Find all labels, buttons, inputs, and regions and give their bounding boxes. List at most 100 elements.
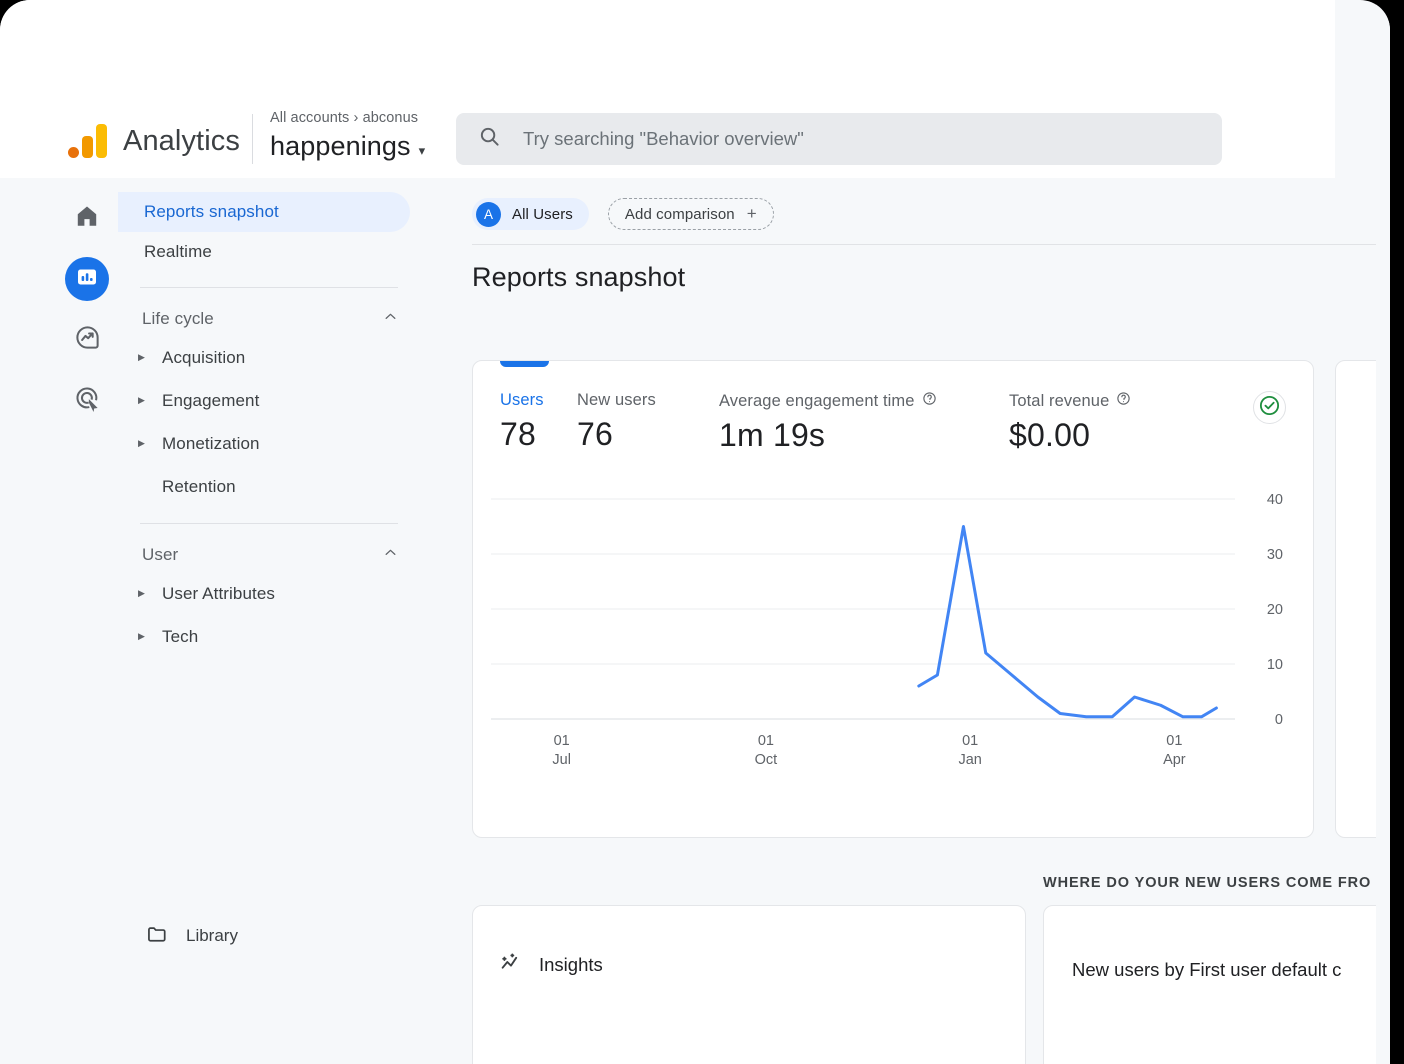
- app-header: Analytics All accounts › abconus happeni…: [0, 0, 1335, 178]
- chart-series-users[interactable]: [917, 525, 1218, 719]
- users-overview-card: Users 78 New users 76 Average engagement…: [472, 360, 1314, 838]
- sidebar-item-label: Retention: [162, 476, 236, 496]
- rail-item-advertising[interactable]: [65, 379, 109, 423]
- brand-block[interactable]: Analytics: [68, 113, 240, 169]
- sidebar-section-life-cycle[interactable]: Life cycle: [118, 302, 420, 336]
- chart-x-tick-day: 01: [962, 733, 978, 749]
- chart-x-tick-month: Apr: [1163, 752, 1186, 768]
- property-row[interactable]: happenings ▾: [270, 131, 425, 162]
- search-input[interactable]: [523, 128, 1200, 150]
- chevron-up-icon: [383, 545, 398, 565]
- avatar: A: [476, 201, 501, 227]
- metric-total-revenue[interactable]: Total revenue $0.00: [1009, 391, 1209, 454]
- triangle-right-icon: ▶: [138, 395, 146, 405]
- chart-y-tick-label: 0: [1275, 712, 1283, 728]
- sidebar-item-tech[interactable]: ▶ Tech: [118, 615, 420, 658]
- app-window: Analytics All accounts › abconus happeni…: [0, 0, 1390, 1064]
- sidebar-item-label: Monetization: [162, 433, 260, 453]
- account-selector[interactable]: All accounts › abconus happenings ▾: [270, 110, 425, 162]
- metric-label: Average engagement time: [719, 391, 915, 410]
- header-divider: [252, 114, 253, 164]
- chart-x-tick-month: Jul: [552, 752, 571, 768]
- status-badge[interactable]: [1253, 391, 1286, 424]
- metric-label: Users: [500, 391, 544, 409]
- sidebar-item-realtime[interactable]: Realtime: [118, 232, 410, 272]
- metric-value: 1m 19s: [719, 417, 826, 453]
- chart-x-tick-day: 01: [554, 733, 570, 749]
- metric-value: $0.00: [1009, 417, 1091, 453]
- sidebar-item-label: Engagement: [162, 390, 260, 410]
- rail-item-reports[interactable]: [65, 257, 109, 301]
- new-users-card-title: New users by First user default c: [1072, 959, 1342, 980]
- help-icon[interactable]: [922, 391, 937, 411]
- breadcrumb: All accounts › abconus: [270, 110, 419, 126]
- sidebar-section-user[interactable]: User: [118, 538, 420, 572]
- chevron-up-icon: [383, 309, 398, 329]
- rail-item-explore[interactable]: [65, 318, 109, 362]
- new-users-section-heading: WHERE DO YOUR NEW USERS COME FRO: [1043, 875, 1372, 891]
- insights-sparkle-icon: [499, 950, 524, 980]
- sidebar-item-monetization[interactable]: ▶ Monetization: [118, 422, 420, 465]
- insights-label: Insights: [539, 954, 603, 975]
- metric-value: 78: [500, 416, 536, 452]
- insights-card[interactable]: Insights: [472, 905, 1026, 1064]
- explore-icon: [74, 324, 101, 356]
- sidebar-item-label: User Attributes: [162, 583, 275, 603]
- metric-users[interactable]: Users 78: [500, 391, 577, 453]
- all-users-chip[interactable]: A All Users: [472, 198, 589, 230]
- sidebar-item-engagement[interactable]: ▶ Engagement: [118, 379, 420, 422]
- sidebar-item-label: Tech: [162, 626, 199, 646]
- metric-average-engagement-time[interactable]: Average engagement time 1m 19s: [719, 391, 1009, 454]
- metrics-row: Users 78 New users 76 Average engagement…: [473, 391, 1313, 454]
- chart-y-tick-label: 40: [1267, 492, 1283, 508]
- sidebar-divider: [140, 287, 398, 288]
- sidebar-item-label: Reports snapshot: [144, 202, 279, 221]
- triangle-right-icon: ▶: [138, 438, 146, 448]
- brand-name: Analytics: [123, 124, 240, 157]
- sidebar-nav: Reports snapshot Realtime Life cycle ▶ A…: [118, 180, 420, 1064]
- sidebar-item-library[interactable]: Library: [118, 916, 238, 956]
- comparison-toolbar: A All Users Add comparison +: [472, 198, 774, 230]
- add-comparison-label: Add comparison: [624, 205, 735, 223]
- users-line-chart: 0 10 20 30 40 01 Jul 01 Oct 01 Jan 01 Apr: [473, 491, 1313, 781]
- sidebar-item-label: Library: [186, 926, 238, 945]
- sidebar-item-reports-snapshot[interactable]: Reports snapshot: [118, 192, 410, 232]
- sidebar-section-title: Life cycle: [142, 309, 214, 328]
- sidebar-item-label: Acquisition: [162, 347, 246, 367]
- active-tab-indicator: [500, 361, 549, 367]
- chart-canvas: 0 10 20 30 40 01 Jul 01 Oct 01 Jan 01 Apr: [491, 492, 1283, 768]
- sidebar-item-user-attributes[interactable]: ▶ User Attributes: [118, 572, 420, 615]
- icon-rail: [56, 180, 118, 1064]
- property-name: happenings: [270, 131, 411, 161]
- chart-y-tick-label: 30: [1267, 547, 1283, 563]
- toolbar-divider: [472, 244, 1390, 245]
- metric-label: New users: [577, 391, 656, 409]
- chart-x-tick-day: 01: [758, 733, 774, 749]
- advertising-icon: [74, 385, 101, 417]
- page-title: Reports snapshot: [472, 262, 686, 292]
- add-comparison-button[interactable]: Add comparison +: [607, 198, 774, 230]
- metric-label: Total revenue: [1009, 391, 1110, 410]
- chart-x-tick-day: 01: [1166, 733, 1182, 749]
- viewport-edge-mask: [1376, 0, 1390, 1064]
- sidebar-item-retention[interactable]: Retention: [118, 465, 420, 508]
- search-bar[interactable]: [456, 113, 1222, 165]
- main-content: A All Users Add comparison + Reports sna…: [420, 178, 1390, 1064]
- chart-y-tick-label: 10: [1267, 657, 1283, 673]
- plus-icon: +: [746, 204, 757, 223]
- triangle-right-icon: ▶: [138, 588, 146, 598]
- triangle-right-icon: ▶: [138, 352, 146, 362]
- folder-icon: [146, 923, 168, 950]
- sidebar-section-title: User: [142, 545, 179, 564]
- sidebar-item-acquisition[interactable]: ▶ Acquisition: [118, 336, 420, 379]
- metric-new-users[interactable]: New users 76: [577, 391, 719, 453]
- new-users-report-card[interactable]: New users by First user default c: [1043, 905, 1390, 1064]
- rail-item-home[interactable]: [65, 196, 109, 240]
- chart-x-tick-month: Oct: [755, 752, 778, 768]
- metric-value: 76: [577, 416, 613, 452]
- help-icon[interactable]: [1116, 391, 1131, 411]
- sidebar-item-label: Realtime: [144, 242, 212, 261]
- chart-x-tick-month: Jan: [958, 752, 981, 768]
- all-users-label: All Users: [512, 205, 573, 223]
- chevron-down-icon: ▾: [418, 143, 426, 158]
